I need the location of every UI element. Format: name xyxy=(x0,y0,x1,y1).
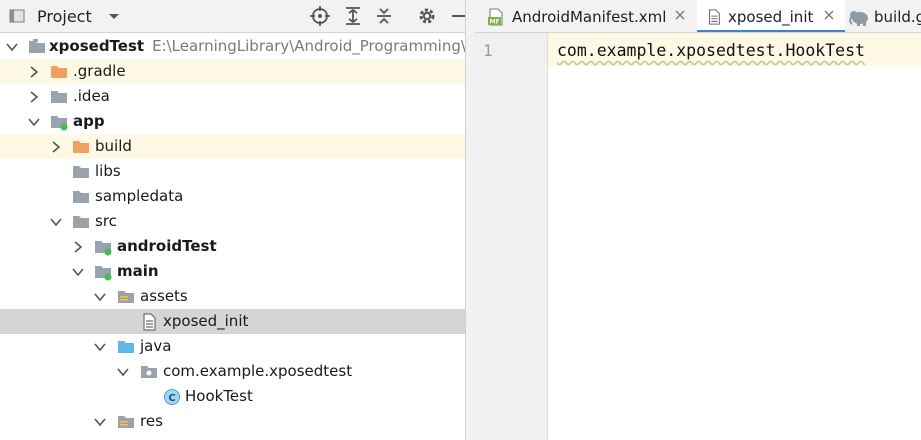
package-icon xyxy=(140,363,158,381)
tab-label: build.g xyxy=(874,8,921,26)
tree-row-assets[interactable]: assets xyxy=(0,284,465,309)
chevron-right-icon[interactable] xyxy=(27,65,41,79)
tree-row-app[interactable]: app xyxy=(0,109,465,134)
project-panel-title[interactable]: Project xyxy=(37,7,92,26)
source-root-folder-icon xyxy=(117,338,135,356)
chevron-down-icon[interactable] xyxy=(27,115,41,129)
tree-label: java xyxy=(140,337,172,355)
tree-row-sampledata[interactable]: sampledata xyxy=(0,184,465,209)
tree-label: HookTest xyxy=(185,387,253,405)
expand-all-icon[interactable] xyxy=(341,4,365,28)
tree-label: res xyxy=(140,412,163,430)
chevron-down-icon[interactable] xyxy=(93,340,107,354)
tree-label: src xyxy=(95,212,117,230)
tree-label: .gradle xyxy=(73,62,126,80)
gradle-elephant-icon xyxy=(849,11,868,26)
editor-area: MF AndroidManifest.xml xposed_init build… xyxy=(475,0,921,440)
tree-row-java[interactable]: java xyxy=(0,334,465,359)
tree-row-xposed-init[interactable]: xposed_init xyxy=(0,309,465,334)
tree-row-xposedtest[interactable]: xposedTest E:\LearningLibrary\Android_Pro… xyxy=(0,34,465,59)
tree-label: assets xyxy=(140,287,188,305)
tab-xposed-init[interactable]: xposed_init xyxy=(697,0,845,32)
tree-label: xposedTest E:\LearningLibrary\Android_Pro… xyxy=(49,37,465,55)
tab-label: xposed_init xyxy=(728,8,814,26)
folder-icon xyxy=(50,63,68,81)
tree-row-package[interactable]: com.example.xposedtest xyxy=(0,359,465,384)
tree-row-androidtest[interactable]: androidTest xyxy=(0,234,465,259)
tree-label: .idea xyxy=(73,87,110,105)
resource-folder-icon xyxy=(117,288,135,306)
chevron-right-icon[interactable] xyxy=(71,240,85,254)
code-line[interactable]: com.example.xposedtest.HookTest xyxy=(557,41,865,60)
tree-row-res[interactable]: res xyxy=(0,409,465,434)
folder-icon xyxy=(72,163,90,181)
folder-icon xyxy=(72,213,90,231)
resource-folder-icon xyxy=(117,413,135,431)
tree-row-gradle[interactable]: .gradle xyxy=(0,59,465,84)
module-folder-icon xyxy=(28,39,46,56)
source-folder-icon xyxy=(94,263,112,281)
text-file-icon xyxy=(143,313,156,331)
folder-icon xyxy=(50,88,68,106)
line-number-gutter: 1 xyxy=(475,33,548,440)
close-icon[interactable] xyxy=(823,9,835,21)
text-file-icon xyxy=(709,9,720,25)
manifest-file-icon: MF xyxy=(488,8,503,26)
chevron-down-icon[interactable] xyxy=(5,40,19,54)
tab-build-gradle[interactable]: build.g xyxy=(845,0,921,32)
tab-android-manifest[interactable]: MF AndroidManifest.xml xyxy=(475,0,697,32)
tree-label: sampledata xyxy=(95,187,184,205)
chevron-down-icon[interactable] xyxy=(93,415,107,429)
line-number: 1 xyxy=(483,41,493,60)
project-panel-header: Project xyxy=(0,0,465,33)
tree-row-main[interactable]: main xyxy=(0,259,465,284)
tree-label: androidTest xyxy=(117,237,217,255)
tree-label: libs xyxy=(95,162,121,180)
chevron-down-icon[interactable] xyxy=(49,215,63,229)
chevron-down-icon[interactable] xyxy=(116,365,130,379)
panel-splitter[interactable] xyxy=(465,0,475,440)
manifest-icon-text: MF xyxy=(489,19,499,26)
folder-icon xyxy=(72,188,90,206)
tree-row-src[interactable]: src xyxy=(0,209,465,234)
chevron-right-icon[interactable] xyxy=(49,140,63,154)
tree-row-idea[interactable]: .idea xyxy=(0,84,465,109)
project-path: E:\LearningLibrary\Android_Programming\x… xyxy=(152,37,465,55)
folder-icon xyxy=(72,138,90,156)
chevron-down-icon[interactable] xyxy=(71,265,85,279)
class-icon: C xyxy=(164,389,180,405)
tree-row-libs[interactable]: libs xyxy=(0,159,465,184)
collapse-all-icon[interactable] xyxy=(372,4,396,28)
module-folder-icon xyxy=(50,113,68,131)
class-icon-letter: C xyxy=(168,393,175,404)
chevron-right-icon[interactable] xyxy=(27,90,41,104)
source-folder-icon xyxy=(94,238,112,256)
hide-panel-icon[interactable] xyxy=(447,4,465,28)
dropdown-arrow-icon[interactable] xyxy=(102,4,126,28)
tree-label: xposed_init xyxy=(163,312,249,330)
tree-label: build xyxy=(95,137,132,155)
project-panel: Project xposedTest E:\LearningLibrary\An… xyxy=(0,0,465,440)
locate-file-icon[interactable] xyxy=(308,4,332,28)
settings-gear-icon[interactable] xyxy=(415,4,439,28)
tree-row-build[interactable]: build xyxy=(0,134,465,159)
tree-label: main xyxy=(117,262,159,280)
tree-label: com.example.xposedtest xyxy=(163,362,353,380)
tree-row-hooktest[interactable]: C HookTest xyxy=(0,384,465,409)
project-view-icon[interactable] xyxy=(6,4,30,28)
close-icon[interactable] xyxy=(674,9,686,21)
editor-tab-bar: MF AndroidManifest.xml xposed_init build… xyxy=(475,0,921,33)
tree-label: app xyxy=(73,112,105,130)
chevron-down-icon[interactable] xyxy=(93,290,107,304)
tab-label: AndroidManifest.xml xyxy=(512,8,667,26)
